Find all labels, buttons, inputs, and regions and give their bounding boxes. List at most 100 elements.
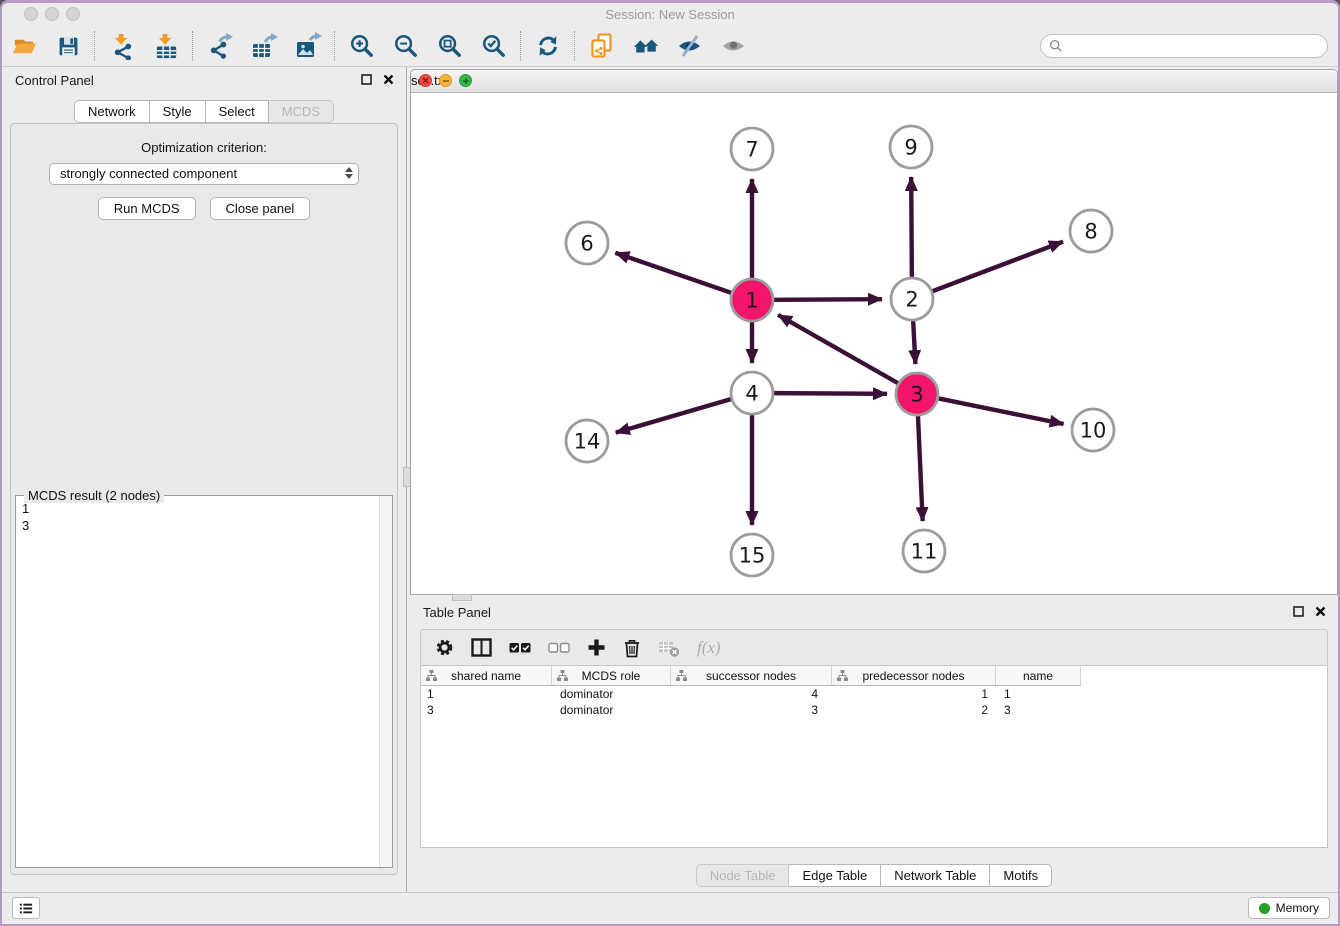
column-header-successor-nodes[interactable]: successor nodes <box>671 666 832 685</box>
close-panel-icon[interactable] <box>1315 606 1326 617</box>
table-panel-tabs: Node TableEdge TableNetwork TableMotifs <box>410 864 1338 887</box>
search-input[interactable] <box>1067 38 1327 55</box>
zoom-fit-icon <box>437 33 464 60</box>
open-file-button[interactable] <box>10 32 38 60</box>
zoom-in-button[interactable] <box>348 32 376 60</box>
window-title: Session: New Session <box>2 3 1338 26</box>
zoom-selected-icon <box>481 33 508 60</box>
select-all-button[interactable] <box>509 642 531 654</box>
network-window-titlebar: scc.txt <box>411 70 1337 93</box>
table-row[interactable]: 1dominator411 <box>421 686 1327 702</box>
result-item: 1 <box>22 500 386 517</box>
status-bar: Memory <box>2 892 1338 924</box>
criterion-dropdown[interactable]: strongly connected component <box>49 163 359 185</box>
column-header-name[interactable]: name <box>996 666 1081 685</box>
table-cell: 3 <box>671 703 832 717</box>
memory-button[interactable]: Memory <box>1248 897 1330 919</box>
zoom-fit-button[interactable] <box>436 32 464 60</box>
maximize-window-icon[interactable] <box>66 7 80 21</box>
graph-node-label: 8 <box>1084 220 1097 244</box>
clone-network-button[interactable] <box>588 32 616 60</box>
graph-edge-1-6[interactable] <box>615 253 731 293</box>
home-button[interactable] <box>632 32 660 60</box>
result-scrollbar[interactable] <box>379 496 392 867</box>
list-icon <box>19 902 33 915</box>
table-cell: 2 <box>832 703 996 717</box>
tab-select[interactable]: Select <box>206 100 269 123</box>
refresh-button[interactable] <box>534 32 562 60</box>
column-header-shared-name[interactable]: shared name <box>421 666 552 685</box>
graph-edge-2-8[interactable] <box>933 242 1063 292</box>
column-header-mcds-role[interactable]: MCDS role <box>552 666 671 685</box>
result-item: 3 <box>22 517 386 534</box>
table-row[interactable]: 3dominator323 <box>421 702 1327 718</box>
add-column-button[interactable] <box>587 638 606 657</box>
tab-style[interactable]: Style <box>150 100 206 123</box>
graph-node-label: 6 <box>580 232 593 256</box>
hide-selected-icon <box>676 32 704 60</box>
network-canvas[interactable]: 7968124314101511 <box>411 92 1337 594</box>
show-all-button[interactable] <box>720 32 748 60</box>
float-panel-icon[interactable] <box>361 74 372 85</box>
graph-node-label: 10 <box>1080 419 1107 443</box>
column-label: MCDS role <box>582 669 641 683</box>
graph-edge-4-14[interactable] <box>616 399 731 432</box>
delete-table-icon <box>658 638 680 658</box>
minimize-icon[interactable] <box>439 74 452 87</box>
export-image-button[interactable] <box>294 32 322 60</box>
task-history-button[interactable] <box>12 897 40 919</box>
graph-edge-2-9[interactable] <box>911 177 912 277</box>
gear-button[interactable] <box>435 638 454 657</box>
open-file-icon <box>11 33 38 60</box>
tab-network[interactable]: Network <box>74 100 150 123</box>
function-builder-button[interactable]: f(x) <box>697 638 721 658</box>
table-tab-node-table[interactable]: Node Table <box>696 864 790 887</box>
split-panel-icon <box>471 638 492 657</box>
show-all-icon <box>720 32 748 60</box>
graph-node-label: 7 <box>745 138 758 162</box>
run-mcds-button[interactable]: Run MCDS <box>98 197 196 220</box>
minimize-window-icon[interactable] <box>45 7 59 21</box>
save-session-button[interactable] <box>54 32 82 60</box>
delete-column-button[interactable] <box>623 638 641 658</box>
import-network-button[interactable] <box>108 32 136 60</box>
zoom-out-button[interactable] <box>392 32 420 60</box>
export-network-button[interactable] <box>206 32 234 60</box>
column-type-icon <box>837 670 848 681</box>
toolbar-separator <box>574 31 576 61</box>
save-session-icon <box>56 34 81 59</box>
toolbar-separator <box>192 31 194 61</box>
tab-mcds[interactable]: MCDS <box>269 100 334 123</box>
graph-edge-1-2[interactable] <box>774 299 882 300</box>
graph-edge-4-3[interactable] <box>774 393 887 394</box>
graph-edge-2-3[interactable] <box>913 321 915 364</box>
table-tab-network-table[interactable]: Network Table <box>881 864 990 887</box>
import-table-button[interactable] <box>152 32 180 60</box>
column-header-predecessor-nodes[interactable]: predecessor nodes <box>832 666 996 685</box>
close-window-icon[interactable] <box>24 7 38 21</box>
toolbar-separator <box>94 31 96 61</box>
hide-selected-button[interactable] <box>676 32 704 60</box>
zoom-out-icon <box>393 33 420 60</box>
graph-edge-3-1[interactable] <box>778 315 898 383</box>
table-panel: Table Panel <box>410 599 1338 893</box>
graph-edge-3-11[interactable] <box>918 416 923 521</box>
zoom-icon[interactable] <box>459 74 472 87</box>
table-tab-motifs[interactable]: Motifs <box>990 864 1052 887</box>
table-tab-edge-table[interactable]: Edge Table <box>789 864 881 887</box>
column-type-icon <box>676 670 687 681</box>
home-icon <box>632 32 660 60</box>
mcds-result-list: 13 <box>16 496 392 867</box>
float-panel-icon[interactable] <box>1293 606 1304 617</box>
export-table-button[interactable] <box>250 32 278 60</box>
split-panel-button[interactable] <box>471 638 492 657</box>
close-icon[interactable] <box>419 74 432 87</box>
column-label: name <box>1023 669 1053 683</box>
delete-table-button[interactable] <box>658 638 680 658</box>
control-panel-tabs: NetworkStyleSelectMCDS <box>2 100 406 123</box>
deselect-all-button[interactable] <box>548 642 570 654</box>
close-panel-button[interactable]: Close panel <box>210 197 311 220</box>
zoom-selected-button[interactable] <box>480 32 508 60</box>
graph-edge-3-10[interactable] <box>939 398 1064 424</box>
close-panel-icon[interactable] <box>383 74 394 85</box>
